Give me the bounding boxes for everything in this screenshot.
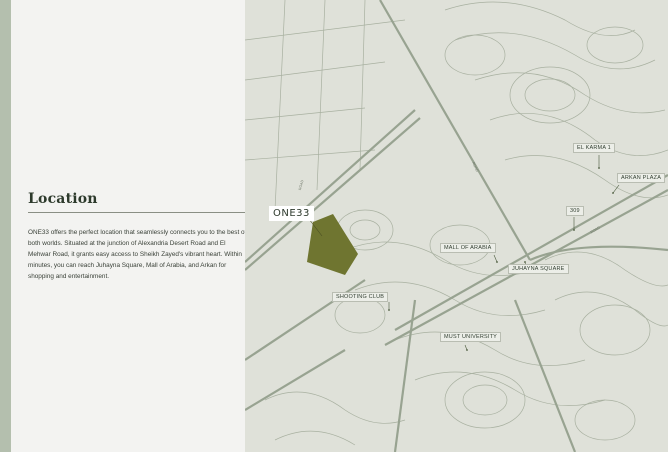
text-panel [11,0,245,452]
edge-strip [0,0,11,452]
landmark-must-university[interactable]: MUST UNIVERSITY [440,332,502,342]
landmark-shooting-club[interactable]: SHOOTING CLUB [332,292,389,302]
landmark-el-karma-1[interactable]: EL KARMA 1 [573,143,615,153]
major-roads [245,0,668,452]
landmark-arkan-plaza[interactable]: ARKAN PLAZA [617,173,666,183]
project-label[interactable]: ONE33 [269,206,314,221]
location-map[interactable] [245,0,668,452]
landmark-mall-of-arabia[interactable]: MALL OF ARABIA [440,243,496,253]
page-title: Location [28,191,98,207]
project-plot[interactable] [307,214,358,275]
title-divider [28,212,248,213]
street-network [245,0,668,446]
location-description: ONE33 offers the perfect location that s… [28,229,247,280]
landmark-juhayna-square[interactable]: JUHAYNA SQUARE [508,264,569,274]
map-canvas [245,0,668,452]
landmark-dots [388,167,614,351]
landmark-309[interactable]: 309 [566,206,584,216]
